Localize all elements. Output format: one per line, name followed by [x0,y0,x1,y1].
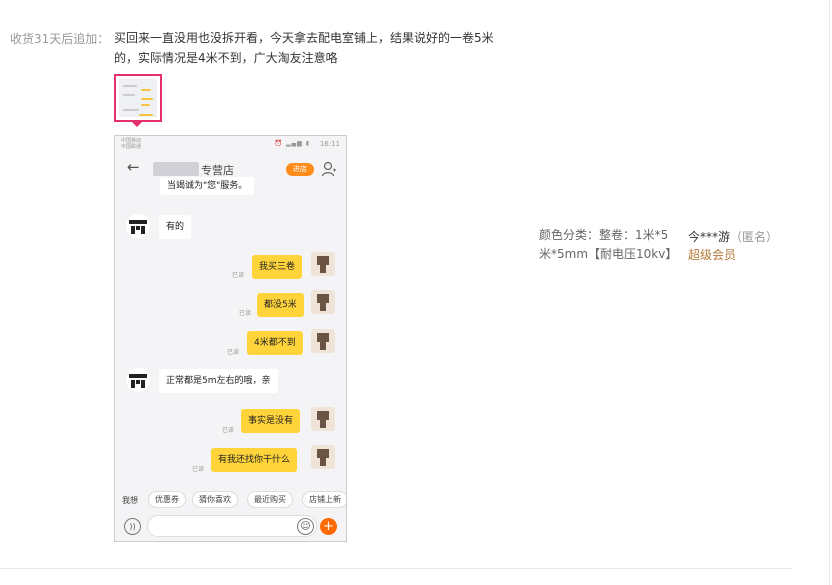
chat-message-buyer: 有我还找你干什么 [211,448,298,472]
shop-name: 专营店 [201,164,234,177]
chat-message-buyer: 我买三卷 [252,255,303,279]
voice-icon[interactable]: )) [124,518,141,535]
member-level: 超级会员 [688,248,737,262]
chat-message-seller: 有的 [159,215,192,239]
signal-icon: ⏰ ▂▄▆ ▮ [274,140,310,147]
chat-message-buyer: 事实是没有 [241,409,301,433]
append-review-label: 收货31天后追加： [10,32,110,46]
read-status: 已读 [192,466,205,473]
chat-message-buyer: 4米都不到 [247,331,303,355]
seller-logo [126,214,150,238]
thumbnail-preview [119,79,157,117]
quick-reply-item[interactable]: 最近购买 [247,491,293,508]
quick-reply-item[interactable]: 优惠券 [148,491,186,508]
plus-icon[interactable]: + [320,518,337,535]
buyer-avatar [311,407,335,431]
read-status: 已读 [239,310,252,317]
review-text: 买回来一直没用也没拆开看，今天拿去配电室铺上，结果说好的一卷5米的，实际情况是4… [114,31,494,65]
phone-status-bar: 中国移动 中国联通 ⏰ ▂▄▆ ▮ 16:11 [115,136,346,153]
chat-message-buyer: 都没5米 [257,293,304,317]
right-border [829,0,830,585]
seller-logo [126,368,150,392]
quick-reply-bar: 我想 优惠券 猜你喜欢 最近购买 店铺上新 [115,489,346,510]
read-status: 已读 [232,272,245,279]
quick-reply-item[interactable]: 猜你喜欢 [192,491,238,508]
review-divider [0,568,792,569]
chat-screenshot-image[interactable]: 中国移动 中国联通 ⏰ ▂▄▆ ▮ 16:11 ← 专营店 进店 当竭诚为"您"服… [114,135,347,542]
buyer-avatar [311,329,335,353]
chat-message-truncated: 当竭诚为"您"服务。 [160,177,255,195]
person-icon[interactable] [321,161,337,177]
blurred-shop-name [153,162,199,176]
enter-shop-button[interactable]: 进店 [286,163,314,176]
read-status: 已读 [227,349,240,356]
reviewer-name: 今***游（匿名） [688,228,778,245]
quick-reply-item[interactable]: 我想 [122,493,138,510]
chat-message-seller: 正常都是5m左右的哦，亲 [159,369,278,393]
chat-input-bar: )) ☺ + [115,510,346,541]
back-arrow-icon[interactable]: ← [127,158,140,176]
status-time: 16:11 [319,140,340,148]
buyer-avatar [311,252,335,276]
buyer-avatar [311,290,335,314]
quick-reply-item[interactable]: 店铺上新 [302,491,346,508]
anonymous-tag: （匿名） [730,230,779,244]
read-status: 已读 [222,427,235,434]
buyer-avatar [311,445,335,469]
chat-input-field[interactable] [147,515,317,537]
sku-info: 颜色分类：整卷：1米*5米*5mm【耐电压10kv】 [539,226,679,264]
reviewer-nickname: 今***游 [688,230,731,244]
review-photo-thumbnail[interactable] [114,74,162,122]
thumbnail-selected-caret [132,122,142,127]
sku-label: 颜色分类： [539,228,600,242]
emoji-icon[interactable]: ☺ [297,518,314,535]
